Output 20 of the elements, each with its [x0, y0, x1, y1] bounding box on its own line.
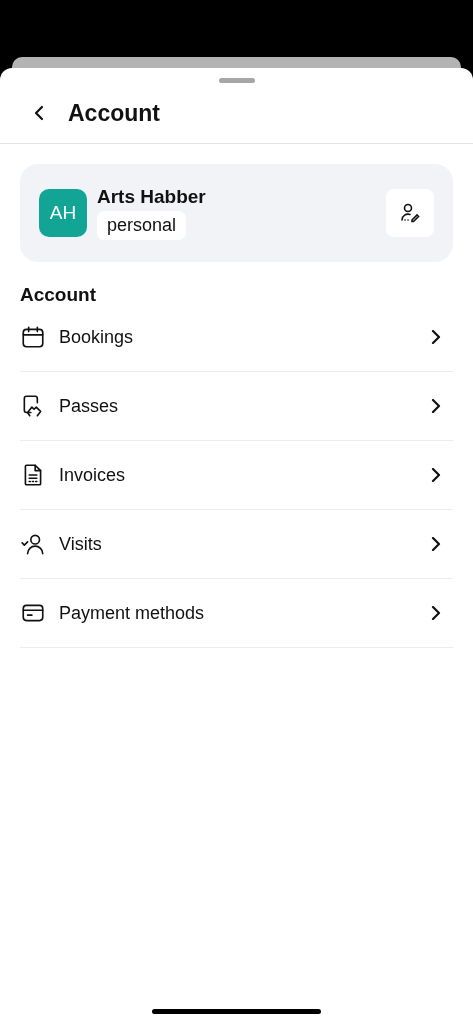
chevron-right-icon	[429, 330, 443, 344]
chevron-right-icon	[429, 537, 443, 551]
chevron-right-icon	[429, 399, 443, 413]
menu-item[interactable]: Visits	[20, 510, 453, 579]
page-title: Account	[68, 99, 160, 127]
menu-item[interactable]: Payment methods	[20, 579, 453, 648]
chevron-right-icon	[429, 606, 443, 620]
menu-item[interactable]: Bookings	[20, 303, 453, 372]
avatar: AH	[39, 189, 87, 237]
account-type-tag: personal	[97, 211, 187, 240]
chevron-right-icon	[429, 468, 443, 482]
user-name: Arts Habber	[97, 186, 206, 208]
edit-profile-button[interactable]	[386, 189, 434, 237]
calendar-icon	[20, 324, 46, 350]
section-title: Account	[20, 284, 97, 306]
back-icon[interactable]	[32, 105, 46, 121]
menu-item[interactable]: Passes	[20, 372, 453, 441]
menu-item[interactable]: Invoices	[20, 441, 453, 510]
person-edit-icon	[398, 201, 422, 225]
drag-handle[interactable]	[218, 78, 255, 83]
